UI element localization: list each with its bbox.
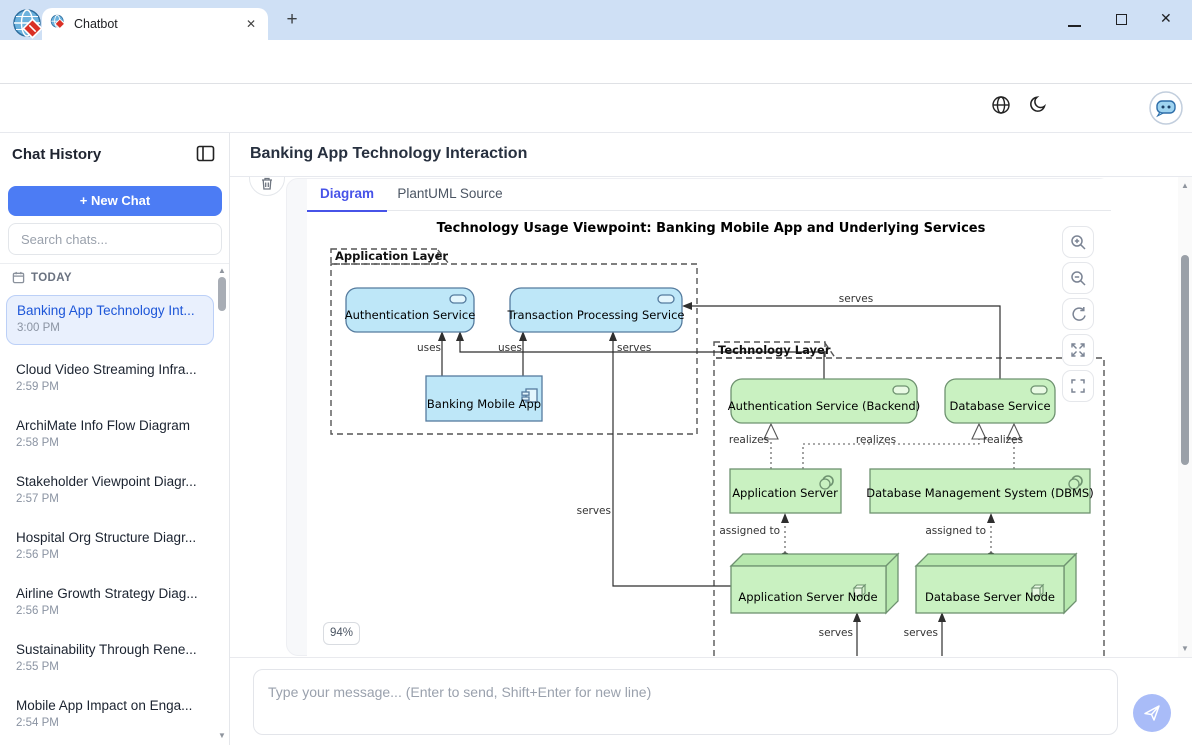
window-maximize-button[interactable] (1116, 14, 1127, 25)
diagram-card: Diagram PlantUML Source Technology Usage… (307, 179, 1111, 656)
technology-service-icon (1031, 386, 1047, 394)
language-globe-icon[interactable] (991, 95, 1011, 120)
label-banking-mobile-app: Banking Mobile App (427, 397, 541, 411)
chat-item[interactable]: Sustainability Through Rene... 2:55 PM (6, 635, 214, 685)
edge-label-serves: serves (904, 627, 938, 639)
chat-history-title: Chat History (12, 146, 101, 163)
edge-label-assigned-to: assigned to (719, 525, 780, 537)
edge-label-uses: uses (498, 342, 522, 354)
expand-icon (1070, 342, 1086, 358)
expand-button[interactable] (1062, 334, 1094, 366)
tab-close-icon[interactable]: ✕ (242, 15, 260, 33)
label-transaction-processing-service: Transaction Processing Service (506, 308, 684, 322)
technology-service-icon (893, 386, 909, 394)
favicon-visual-paradigm (50, 14, 66, 35)
chat-item-selected[interactable]: Banking App Technology Int... 3:00 PM (6, 295, 214, 345)
edge-label-realizes: realizes (856, 434, 896, 446)
edge-label-serves: serves (617, 342, 651, 354)
send-button[interactable] (1133, 694, 1171, 732)
app-header: Chatbot Powered by Visual Paradigm More … (0, 84, 1192, 133)
chat-message-area: Diagram PlantUML Source Technology Usage… (230, 177, 1192, 657)
browser-toolbar: ← → ai-toolbox.visual-paradigm.com/app/c… (0, 40, 1192, 84)
trash-icon (260, 177, 274, 191)
edge-label-assigned-to: assigned to (925, 525, 986, 537)
tab-diagram[interactable]: Diagram (307, 179, 387, 211)
node-application-server-node (731, 554, 898, 613)
sidebar-divider (0, 263, 229, 264)
main-scrollbar-thumb[interactable] (1181, 255, 1189, 465)
sidebar: Chat History + New Chat TODAY Banking Ap… (0, 133, 230, 745)
visual-paradigm-logo (12, 8, 46, 47)
application-layer-label: Application Layer (335, 249, 448, 263)
paper-plane-icon (1143, 704, 1161, 722)
today-section-header: TODAY (12, 271, 72, 284)
edge-label-serves: serves (819, 627, 853, 639)
new-tab-button[interactable]: + (280, 10, 304, 32)
window-minimize-button[interactable] (1068, 25, 1081, 27)
browser-tab[interactable]: Chatbot ✕ (42, 8, 268, 40)
application-service-icon (450, 295, 466, 303)
card-tabs: Diagram PlantUML Source (307, 179, 1111, 211)
technology-layer-label: Technology Layer (718, 343, 831, 357)
label-application-server: Application Server (732, 486, 838, 500)
edge-label-serves: serves (839, 293, 873, 305)
chatbot-logo-icon[interactable] (1149, 91, 1183, 130)
new-chat-button[interactable]: + New Chat (8, 186, 222, 216)
search-input[interactable] (8, 223, 222, 255)
sidebar-collapse-icon[interactable] (196, 145, 218, 165)
zoom-in-button[interactable] (1062, 226, 1094, 258)
main-titlebar: Banking App Technology Interaction (230, 133, 1192, 177)
edge-label-serves: serves (577, 505, 611, 517)
window-close-button[interactable]: ✕ (1160, 10, 1178, 27)
main-scroll-down-icon[interactable]: ▼ (1180, 644, 1190, 653)
chat-item[interactable]: Stakeholder Viewpoint Diagr... 2:57 PM (6, 467, 214, 517)
chat-item[interactable]: Airline Growth Strategy Diag... 2:56 PM (6, 579, 214, 629)
sidebar-scroll-up-icon[interactable]: ▲ (217, 266, 227, 275)
chat-item[interactable]: Cloud Video Streaming Infra... 2:59 PM (6, 355, 214, 405)
node-database-server-node (916, 554, 1076, 613)
sidebar-scrollbar-thumb[interactable] (218, 277, 226, 311)
browser-tabstrip: ⌄ Chatbot ✕ + ✕ (0, 0, 1192, 40)
page-title: Banking App Technology Interaction (250, 145, 527, 163)
edge-label-uses: uses (417, 342, 441, 354)
label-database-server-node: Database Server Node (925, 590, 1055, 604)
tab-title: Chatbot (74, 17, 242, 31)
zoom-out-button[interactable] (1062, 262, 1094, 294)
diagram-title: Technology Usage Viewpoint: Banking Mobi… (437, 221, 986, 236)
message-input[interactable] (253, 669, 1118, 735)
tab-plantuml-source[interactable]: PlantUML Source (387, 179, 513, 211)
fullscreen-button[interactable] (1062, 370, 1094, 402)
zoom-out-icon (1070, 270, 1087, 287)
main-scroll-up-icon[interactable]: ▲ (1180, 181, 1190, 190)
application-service-icon (658, 295, 674, 303)
zoom-level-badge: 94% (323, 622, 360, 645)
label-authentication-service: Authentication Service (345, 308, 476, 322)
label-database-service: Database Service (949, 399, 1050, 413)
chat-item[interactable]: Mobile App Impact on Enga... 2:54 PM (6, 691, 214, 741)
assistant-message-bubble: Diagram PlantUML Source Technology Usage… (286, 178, 1111, 656)
edge-label-realizes: realizes (729, 434, 769, 446)
edge-label-realizes: realizes (983, 434, 1023, 446)
label-dbms: Database Management System (DBMS) (866, 486, 1093, 500)
zoom-reset-button[interactable] (1062, 298, 1094, 330)
fullscreen-icon (1070, 378, 1086, 394)
calendar-icon (12, 271, 25, 284)
archimate-diagram: Technology Usage Viewpoint: Banking Mobi… (307, 212, 1111, 656)
chat-item[interactable]: ArchiMate Info Flow Diagram 2:58 PM (6, 411, 214, 461)
reset-icon (1070, 306, 1087, 323)
zoom-in-icon (1070, 234, 1087, 251)
delete-message-button[interactable] (249, 177, 285, 196)
dark-mode-moon-icon[interactable] (1029, 95, 1048, 119)
label-application-server-node: Application Server Node (738, 590, 877, 604)
label-authentication-service-backend: Authentication Service (Backend) (728, 399, 920, 413)
sidebar-scroll-down-icon[interactable]: ▼ (217, 731, 227, 740)
chat-item[interactable]: Hospital Org Structure Diagr... 2:56 PM (6, 523, 214, 573)
composer (230, 657, 1192, 745)
